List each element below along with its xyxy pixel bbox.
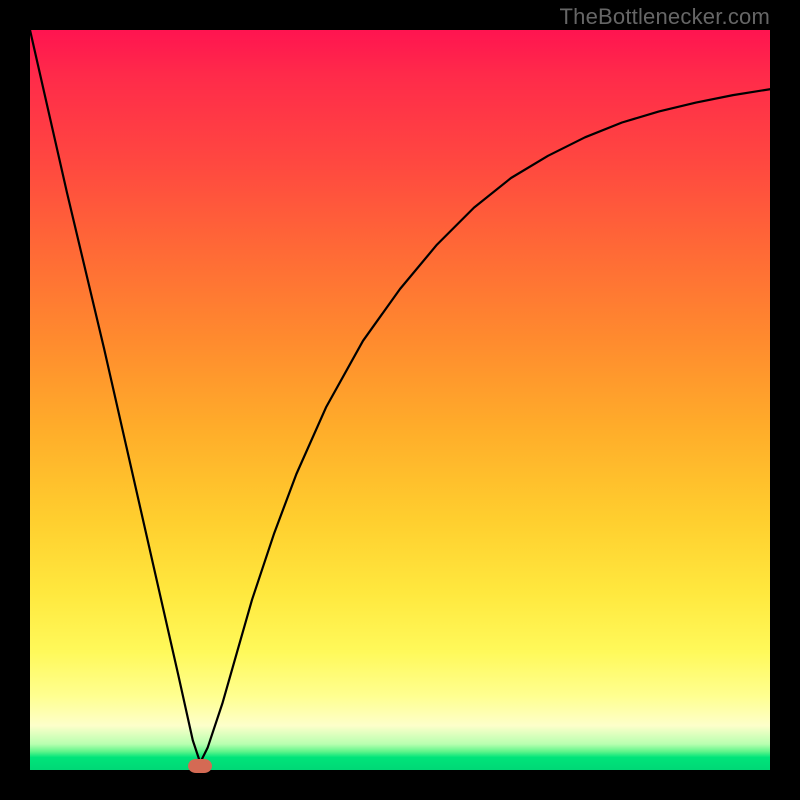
curve-svg: [30, 30, 770, 770]
chart-frame: TheBottlenecker.com: [0, 0, 800, 800]
bottleneck-curve: [30, 30, 770, 763]
minimum-marker: [188, 759, 212, 773]
watermark-text: TheBottlenecker.com: [560, 4, 770, 30]
plot-area: [30, 30, 770, 770]
